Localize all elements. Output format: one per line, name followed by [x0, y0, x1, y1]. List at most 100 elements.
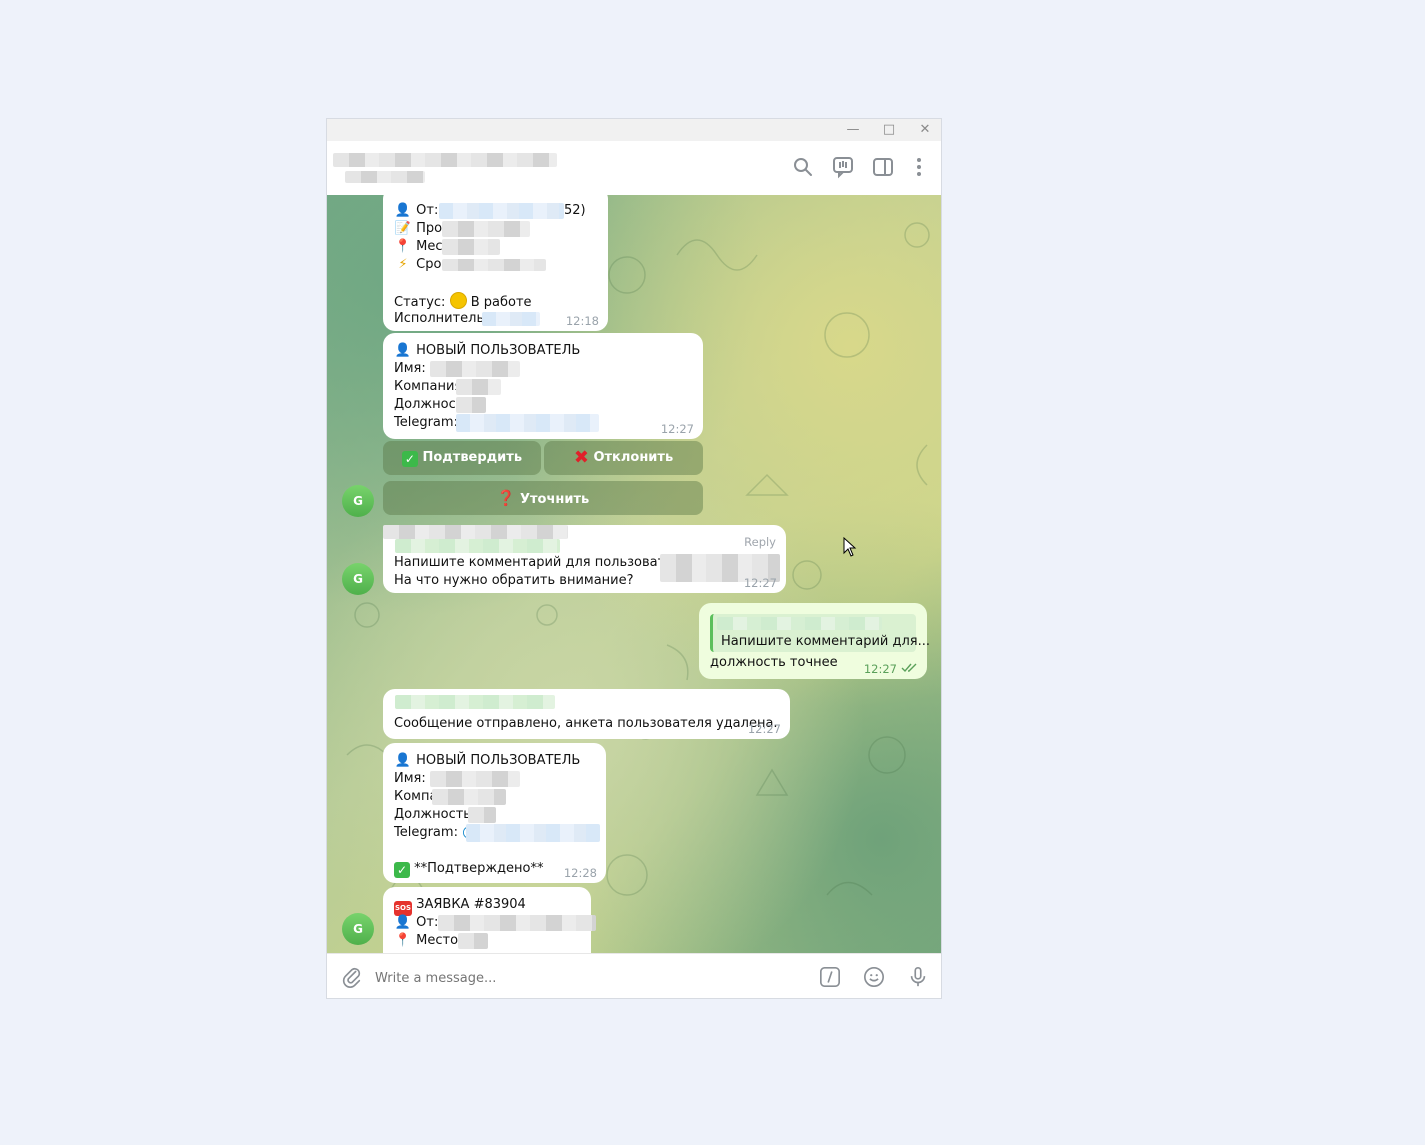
- company-label: Компания: [394, 379, 463, 394]
- title-text: НОВЫЙ ПОЛЬЗОВАТЕЛЬ: [416, 753, 581, 768]
- quote-text: Напишите комментарий для...: [721, 634, 930, 649]
- telegram-label: Telegram:: [394, 825, 458, 840]
- check-icon: ✓: [401, 451, 418, 467]
- message-line-from: 👤 От:: [394, 914, 596, 932]
- redacted-position: [456, 397, 486, 413]
- reply-label[interactable]: Reply: [744, 535, 776, 549]
- chat-title-redacted: [333, 153, 557, 167]
- avatar[interactable]: G: [342, 485, 374, 517]
- message-time: 12:27: [743, 576, 777, 590]
- window-titlebar: — □ ✕: [327, 119, 941, 141]
- lightning-icon: ⚡: [398, 257, 408, 272]
- name-label: Имя:: [394, 771, 426, 786]
- clarify-button[interactable]: ❓ Уточнить: [383, 481, 703, 515]
- message-title: 👤 НОВЫЙ ПОЛЬЗОВАТЕЛЬ: [394, 342, 692, 360]
- avatar[interactable]: G: [342, 563, 374, 595]
- message-text-2: На что нужно обратить внимание?: [394, 573, 634, 588]
- title-text: НОВЫЙ ПОЛЬЗОВАТЕЛЬ: [416, 343, 581, 358]
- question-icon: ❓: [496, 489, 516, 507]
- redacted-telegram: [466, 824, 600, 842]
- redacted-quote-author: [717, 617, 882, 630]
- chat-area[interactable]: 👤 От: 52) 📝 Про 📍 Мес ⚡ Сро Статус: В ра…: [327, 195, 941, 953]
- confirm-button[interactable]: ✓ Подтвердить: [383, 441, 541, 475]
- reply-quote[interactable]: Напишите комментарий для...: [710, 614, 930, 652]
- pin-icon: 📍: [394, 933, 412, 948]
- message-outgoing-reply[interactable]: Напишите комментарий для... должность то…: [699, 603, 930, 679]
- company-label: Компа: [394, 789, 438, 804]
- message-title: 👤 НОВЫЙ ПОЛЬЗОВАТЕЛЬ: [394, 752, 595, 770]
- message-line-company: Компа: [394, 788, 595, 806]
- message-composer[interactable]: [327, 953, 941, 998]
- clarify-label: Уточнить: [519, 492, 590, 507]
- attach-icon[interactable]: [341, 966, 363, 988]
- message-text-1: Напишите комментарий для пользователя: [394, 555, 690, 570]
- message-input[interactable]: [373, 964, 797, 992]
- status-label: Статус:: [394, 295, 446, 310]
- close-icon[interactable]: ✕: [907, 119, 941, 141]
- microphone-icon[interactable]: [907, 966, 929, 988]
- from-label: От:: [416, 915, 439, 930]
- message-time: 12:28: [563, 866, 597, 880]
- place-label: Мес: [416, 239, 443, 254]
- redacted-name: [430, 771, 520, 787]
- redacted-reply-quote: [395, 539, 560, 553]
- problem-label: Про: [416, 221, 443, 236]
- title-text: ЗАЯВКА #83904: [416, 897, 526, 912]
- message-comment-request[interactable]: Reply Напишите комментарий для пользоват…: [383, 525, 786, 593]
- redacted-sender: [439, 203, 564, 219]
- place-label: Место: [416, 933, 459, 948]
- sidebar-toggle-icon[interactable]: [871, 155, 895, 179]
- more-vert-icon[interactable]: [907, 155, 931, 179]
- user-icon: 👤: [394, 203, 412, 218]
- emoji-icon[interactable]: [863, 966, 885, 988]
- message-line-status: Статус: В работе: [394, 292, 597, 310]
- cross-icon: ✖: [573, 447, 589, 468]
- search-icon[interactable]: [791, 155, 815, 179]
- maximize-icon[interactable]: □: [871, 119, 907, 141]
- confirmed-text: **Подтверждено**: [414, 861, 544, 876]
- redacted-deadline: [442, 259, 546, 271]
- message-line-deadline: ⚡ Сро: [394, 256, 597, 274]
- message-line-place: 📍 Мес: [394, 238, 597, 256]
- chat-header[interactable]: [327, 141, 941, 195]
- message-line-position: Должность:: [394, 806, 595, 824]
- redacted-reply-header: [395, 695, 555, 709]
- message-line-1: Напишите комментарий для пользователя: [394, 554, 780, 582]
- double-check-icon: [901, 663, 917, 673]
- telegram-label: Telegram:: [394, 415, 458, 430]
- bot-commands-icon[interactable]: [819, 966, 841, 988]
- message-time: 12:18: [565, 314, 599, 328]
- executor-label: Исполнитель:: [394, 311, 489, 326]
- message-time: 12:27: [863, 662, 897, 676]
- message-new-request[interactable]: SOS ЗАЯВКА #83904 👤 От: 📍 Место: [383, 887, 596, 953]
- redacted-sender: [438, 915, 596, 931]
- message-sent-confirmation[interactable]: Сообщение отправлено, анкета пользовател…: [383, 689, 790, 739]
- memo-icon: 📝: [394, 221, 412, 236]
- message-line-2: На что нужно обратить внимание?: [394, 572, 775, 590]
- reject-button[interactable]: ✖ Отклонить: [544, 441, 703, 475]
- avatar[interactable]: G: [342, 913, 374, 945]
- position-label: Должност: [394, 397, 464, 412]
- redacted-position: [468, 807, 496, 823]
- topics-icon[interactable]: [831, 155, 855, 179]
- message-line-place: 📍 Место: [394, 932, 580, 950]
- yellow-circle-icon: [449, 292, 467, 309]
- user-icon: 👤: [394, 753, 412, 768]
- redacted-place: [458, 933, 488, 949]
- message-line-problem: 📝 Про: [394, 220, 597, 238]
- redacted-problem: [442, 221, 530, 237]
- user-icon: 👤: [394, 343, 412, 358]
- redacted-executor: [482, 312, 540, 326]
- from-tail: 52): [564, 203, 586, 218]
- deadline-label: Сро: [416, 257, 442, 272]
- position-label: Должность:: [394, 807, 476, 822]
- message-new-user[interactable]: 👤 НОВЫЙ ПОЛЬЗОВАТЕЛЬ Имя: Компания Должн…: [383, 333, 703, 439]
- message-new-user-confirmed[interactable]: 👤 НОВЫЙ ПОЛЬЗОВАТЕЛЬ Имя: Компа Должност…: [383, 743, 606, 883]
- reject-label: Отклонить: [593, 450, 674, 465]
- minimize-icon[interactable]: —: [835, 119, 871, 141]
- message-line-position: Должност: [394, 396, 692, 414]
- message-request-status[interactable]: 👤 От: 52) 📝 Про 📍 Мес ⚡ Сро Статус: В ра…: [383, 195, 608, 331]
- redacted-company: [432, 789, 506, 805]
- redacted-company: [456, 379, 501, 395]
- status-value: В работе: [470, 295, 532, 310]
